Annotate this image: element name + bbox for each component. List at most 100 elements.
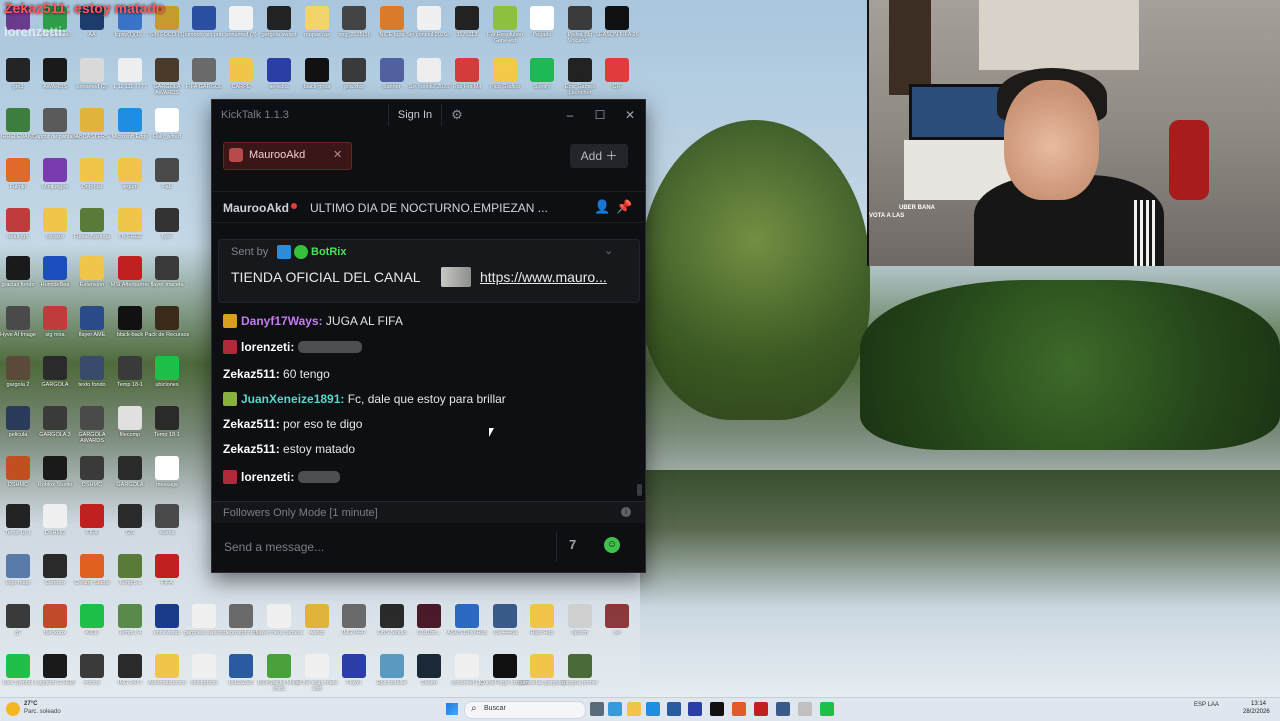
7tv-emote-icon[interactable]: 7 bbox=[569, 537, 576, 552]
app-icon bbox=[118, 604, 142, 628]
sign-in-button[interactable]: Sign In bbox=[388, 104, 442, 126]
desktop-icon[interactable]: Fab bbox=[144, 156, 190, 202]
bot-badge-icon bbox=[277, 245, 291, 259]
desktop-icon[interactable]: Temp 18-1 bbox=[144, 404, 190, 450]
app-icon bbox=[267, 6, 291, 30]
add-channel-button[interactable]: Add ＋ bbox=[570, 144, 628, 168]
app-icon bbox=[6, 504, 30, 528]
clock-date[interactable]: 28/2/2026 bbox=[1243, 709, 1270, 715]
app-icon[interactable] bbox=[754, 702, 768, 716]
chat-scrollbar[interactable] bbox=[637, 306, 642, 502]
gear-icon[interactable]: ⚙ bbox=[448, 106, 466, 124]
message-input[interactable] bbox=[222, 532, 557, 562]
chat-username[interactable]: Zekaz511: bbox=[223, 417, 280, 431]
sun-icon[interactable] bbox=[6, 702, 20, 716]
app-icon[interactable] bbox=[776, 702, 790, 716]
desktop-icon[interactable]: flyer bbox=[144, 206, 190, 252]
chat-username[interactable]: lorenzeti: bbox=[241, 340, 294, 354]
app-icon bbox=[305, 58, 329, 82]
app-icon bbox=[493, 654, 517, 678]
close-icon[interactable]: ✕ bbox=[621, 106, 639, 124]
app-icon bbox=[155, 654, 179, 678]
app-icon bbox=[155, 456, 179, 480]
app-icon[interactable] bbox=[608, 702, 622, 716]
desktop-icon[interactable]: nueva bbox=[144, 502, 190, 548]
chat-message[interactable]: JuanXeneize1891: Fc, dale que estoy para… bbox=[223, 392, 506, 406]
chat-message[interactable]: lorenzeti: bbox=[223, 340, 363, 354]
weather-desc[interactable]: Parc. soleado bbox=[24, 709, 61, 715]
app-icon bbox=[6, 456, 30, 480]
chat-message[interactable]: Zekaz511: estoy matado bbox=[223, 442, 355, 456]
task-view-icon[interactable] bbox=[590, 702, 604, 716]
chat-username[interactable]: Zekaz511: bbox=[223, 442, 280, 456]
app-icon bbox=[43, 256, 67, 280]
app-icon bbox=[342, 58, 366, 82]
edge-icon[interactable] bbox=[646, 702, 660, 716]
chat-username[interactable]: Zekaz511: bbox=[223, 367, 280, 381]
info-icon[interactable]: i bbox=[621, 507, 631, 517]
brave-icon[interactable] bbox=[732, 702, 746, 716]
minimize-icon[interactable]: – bbox=[561, 106, 579, 124]
desktop-icon-label: cel bbox=[613, 630, 621, 636]
app-icon bbox=[530, 604, 554, 628]
desktop-icon[interactable]: GIF bbox=[594, 56, 640, 102]
wallpaper-tree bbox=[640, 120, 870, 420]
desktop-icon[interactable]: Halo_alfred bbox=[144, 106, 190, 152]
chat-username[interactable]: lorenzeti: bbox=[241, 470, 294, 484]
desktop-icon-label: Temp 18-1 bbox=[154, 432, 180, 438]
shop-link[interactable]: https://www.mauro... bbox=[480, 269, 607, 285]
app-icon bbox=[43, 406, 67, 430]
chat-message[interactable]: Danyf17Ways: JUGA AL FIFA bbox=[223, 314, 403, 328]
badge-icon bbox=[223, 470, 237, 484]
app-icon[interactable] bbox=[667, 702, 681, 716]
chat-message[interactable]: lorenzeti: bbox=[223, 470, 341, 484]
desktop-icon[interactable]: ubiciones bbox=[144, 354, 190, 400]
app-icon bbox=[118, 256, 142, 280]
language-indicator[interactable]: ESP LAA bbox=[1194, 702, 1219, 709]
maximize-icon[interactable]: ☐ bbox=[591, 106, 609, 124]
desktop-icon[interactable]: message bbox=[144, 454, 190, 500]
file-explorer-icon[interactable] bbox=[627, 702, 641, 716]
desktop-icon[interactable]: Pack de Recursos bbox=[144, 304, 190, 350]
desktop-icon-label: Halo_alfred bbox=[152, 134, 182, 140]
desktop-icon[interactable]: FIFA bbox=[144, 552, 190, 598]
user-icon[interactable]: 👤 bbox=[594, 199, 610, 215]
stream-overlay-chat: Zekaz511: estoy matado bbox=[4, 0, 165, 16]
weather-temp[interactable]: 27°C bbox=[24, 701, 37, 707]
scrollbar-thumb[interactable] bbox=[637, 484, 642, 496]
app-icon bbox=[6, 256, 30, 280]
search-box[interactable]: ⌕ Buscar bbox=[464, 701, 586, 719]
close-tab-icon[interactable]: ✕ bbox=[333, 148, 342, 161]
app-icon bbox=[568, 654, 592, 678]
app-icon bbox=[43, 654, 67, 678]
cam-overlay-text: UBER BANA VOTA A LAS bbox=[869, 204, 935, 220]
kick-emote-icon[interactable]: ☺ bbox=[604, 537, 620, 553]
pinned-message[interactable]: MaurooAkd ULTIMO DIA DE NOCTURNO.EMPIEZA… bbox=[212, 191, 645, 223]
chat-username[interactable]: JuanXeneize1891: bbox=[241, 392, 344, 406]
app-icon bbox=[43, 604, 67, 628]
app-icon bbox=[155, 306, 179, 330]
chat-username[interactable]: Danyf17Ways: bbox=[241, 314, 323, 328]
desktop-icon-label: Fab bbox=[162, 184, 172, 190]
chevron-down-icon[interactable]: ⌄ bbox=[604, 244, 613, 257]
app-icon bbox=[118, 208, 142, 232]
desktop-icon[interactable]: SEASON FIFA 26 bbox=[594, 4, 640, 50]
desktop-icon[interactable]: cel bbox=[594, 602, 640, 648]
windows-start-icon[interactable] bbox=[446, 703, 458, 715]
app-icon bbox=[80, 554, 104, 578]
avatar bbox=[229, 148, 243, 162]
desktop-icon[interactable]: gargola primer bbox=[557, 652, 603, 698]
bot-text: TIENDA OFICIAL DEL CANAL bbox=[231, 269, 421, 285]
pin-icon[interactable]: 📌 bbox=[616, 199, 632, 215]
tab-maurooakd[interactable]: MaurooAkd ✕ bbox=[223, 142, 352, 170]
app-icon[interactable] bbox=[710, 702, 724, 716]
kick-icon[interactable] bbox=[820, 702, 834, 716]
chat-message[interactable]: Zekaz511: por eso te digo bbox=[223, 417, 362, 431]
desktop-icon[interactable]: flayer maceta bbox=[144, 254, 190, 300]
title-bar[interactable]: KickTalk 1.1.3 Sign In ⚙ – ☐ ✕ bbox=[212, 100, 645, 130]
app-icon[interactable] bbox=[798, 702, 812, 716]
app-icon[interactable] bbox=[688, 702, 702, 716]
chat-text: Fc, dale que estoy para brillar bbox=[344, 392, 506, 406]
clock-time[interactable]: 13:14 bbox=[1251, 701, 1266, 707]
chat-message[interactable]: Zekaz511: 60 tengo bbox=[223, 367, 330, 381]
